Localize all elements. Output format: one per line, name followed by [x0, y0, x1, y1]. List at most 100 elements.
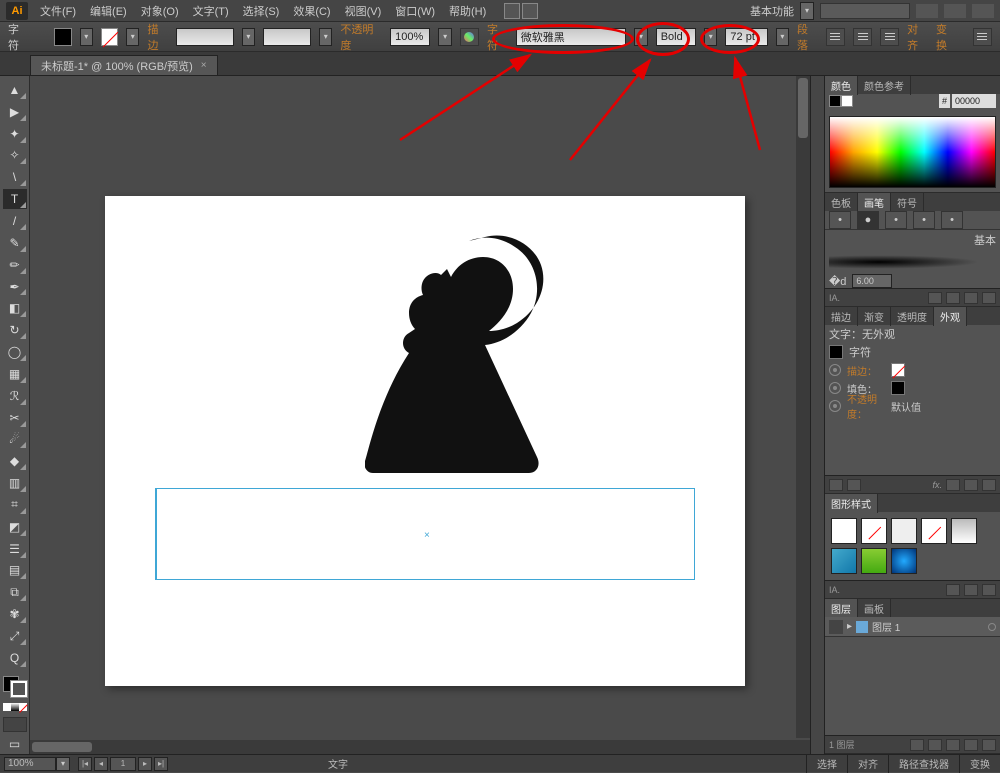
gs-thumb-8[interactable]: [891, 548, 917, 574]
font-style-field[interactable]: Bold: [656, 28, 696, 46]
appearance-char-swatch[interactable]: [829, 345, 843, 359]
fill-swatch[interactable]: [54, 28, 71, 46]
font-size-field[interactable]: 72 pt: [725, 28, 767, 46]
artboard-next[interactable]: ▸: [138, 757, 152, 771]
line-tool[interactable]: /: [3, 211, 27, 231]
status-transform[interactable]: 变换: [959, 754, 1000, 773]
slice-tool[interactable]: ✾: [3, 604, 27, 624]
menu-help[interactable]: 帮助(H): [443, 1, 492, 21]
layers-clip[interactable]: [928, 739, 942, 751]
gs-thumb-6[interactable]: [831, 548, 857, 574]
gs-thumb-2[interactable]: [861, 518, 887, 544]
color-fill-swatch[interactable]: [829, 95, 841, 107]
lasso-tool[interactable]: ✧: [3, 146, 27, 166]
layers-new[interactable]: [964, 739, 978, 751]
width-tool[interactable]: ▦: [3, 364, 27, 384]
tab-symbols[interactable]: 符号: [891, 193, 924, 212]
column-graph-tool[interactable]: ▤: [3, 561, 27, 581]
layer-visibility-icon[interactable]: [829, 620, 843, 634]
brush-def-dropdown[interactable]: [319, 28, 332, 46]
eyedropper-tool[interactable]: ⌗: [3, 495, 27, 515]
gs-thumb-4[interactable]: [921, 518, 947, 544]
tab-layers[interactable]: 图层: [825, 599, 858, 618]
artboard-index[interactable]: 1: [110, 757, 136, 771]
appearance-dup[interactable]: [964, 479, 978, 491]
eye-icon[interactable]: [829, 400, 841, 412]
gs-break[interactable]: [946, 584, 960, 596]
eye-icon[interactable]: [829, 382, 841, 394]
blob-brush-tool[interactable]: ✒: [3, 277, 27, 297]
menu-edit[interactable]: 编辑(E): [84, 1, 133, 21]
direct-selection-tool[interactable]: ▶: [3, 102, 27, 122]
gs-thumb-5[interactable]: [951, 518, 977, 544]
status-pathfinder[interactable]: 路径查找器: [888, 754, 959, 773]
opacity-field[interactable]: 100%: [390, 28, 430, 46]
eraser-tool[interactable]: ◧: [3, 298, 27, 318]
window-minimize[interactable]: [916, 4, 938, 18]
font-size-dropdown[interactable]: [776, 28, 789, 46]
brush-opt2[interactable]: [946, 292, 960, 304]
layers-del[interactable]: [982, 739, 996, 751]
tab-artboards[interactable]: 画板: [858, 599, 891, 618]
blend-tool[interactable]: ◩: [3, 517, 27, 537]
tab-graphic-styles[interactable]: 图形样式: [825, 494, 878, 513]
paragraph-link[interactable]: 段落: [797, 21, 818, 53]
window-close[interactable]: [972, 4, 994, 18]
opacity-dropdown[interactable]: [438, 28, 451, 46]
brush-opt1[interactable]: [928, 292, 942, 304]
brush-new[interactable]: [964, 292, 978, 304]
search-help-input[interactable]: [820, 3, 910, 19]
brush-lib-icon[interactable]: IA.: [829, 293, 840, 303]
fill-stroke-control[interactable]: [3, 676, 27, 698]
zoom-field[interactable]: 100%: [4, 757, 56, 771]
align-link[interactable]: 对齐: [907, 21, 928, 53]
brush-4[interactable]: •: [913, 211, 935, 229]
canvas-vertical-scrollbar[interactable]: [796, 76, 810, 738]
character-link[interactable]: 字符: [487, 21, 508, 53]
appearance-new-fill[interactable]: [829, 479, 843, 491]
gs-lib-icon[interactable]: IA.: [829, 585, 840, 595]
artboard-first[interactable]: |◂: [78, 757, 92, 771]
font-style-dropdown[interactable]: [704, 28, 717, 46]
mesh-tool[interactable]: ◆: [3, 451, 27, 471]
workspace-dropdown[interactable]: [800, 2, 814, 20]
brush-5[interactable]: •: [941, 211, 963, 229]
appearance-fill-swatch[interactable]: [891, 381, 905, 395]
layers-newsub[interactable]: [946, 739, 960, 751]
stroke-weight-field[interactable]: [176, 28, 233, 46]
font-family-dropdown[interactable]: [634, 28, 647, 46]
canvas-area[interactable]: [30, 76, 810, 754]
hand-tool[interactable]: ⤢: [3, 626, 27, 646]
symbol-sprayer-tool[interactable]: ☰: [3, 539, 27, 559]
brush-size-field[interactable]: 6.00: [852, 274, 892, 288]
selection-tool[interactable]: ▲: [3, 80, 27, 100]
scale-tool[interactable]: ◯: [3, 342, 27, 362]
free-transform-tool[interactable]: ℛ: [3, 386, 27, 406]
tab-appearance[interactable]: 外观: [934, 307, 967, 326]
tab-swatches[interactable]: 色板: [825, 193, 858, 212]
artboard-tool[interactable]: ⧉: [3, 582, 27, 602]
type-tool[interactable]: T: [3, 189, 27, 209]
menu-effect[interactable]: 效果(C): [287, 1, 336, 21]
artboard[interactable]: [105, 196, 745, 686]
stroke-weight-dropdown[interactable]: [242, 28, 255, 46]
appearance-clear[interactable]: [946, 479, 960, 491]
appearance-op-lbl[interactable]: 不透明度：: [847, 391, 885, 421]
appearance-del[interactable]: [982, 479, 996, 491]
menu-object[interactable]: 对象(O): [135, 1, 185, 21]
align-left-button[interactable]: [826, 28, 845, 46]
gs-thumb-7[interactable]: [861, 548, 887, 574]
artboard-prev[interactable]: ◂: [94, 757, 108, 771]
color-spectrum[interactable]: [829, 116, 996, 188]
gs-thumb-3[interactable]: [891, 518, 917, 544]
shape-builder-tool[interactable]: ✂: [3, 408, 27, 428]
gs-thumb-1[interactable]: [831, 518, 857, 544]
document-tab[interactable]: 未标题-1* @ 100% (RGB/预览) ×: [30, 55, 218, 75]
tab-gradient[interactable]: 渐变: [858, 307, 891, 326]
paintbrush-tool[interactable]: ✎: [3, 233, 27, 253]
appearance-fx[interactable]: fx.: [932, 480, 942, 490]
screen-mode-button[interactable]: ▭: [3, 734, 27, 754]
font-family-field[interactable]: 微软雅黑: [516, 28, 627, 46]
artwork-silhouette[interactable]: [365, 231, 565, 481]
stroke-label[interactable]: 描边: [147, 21, 168, 53]
